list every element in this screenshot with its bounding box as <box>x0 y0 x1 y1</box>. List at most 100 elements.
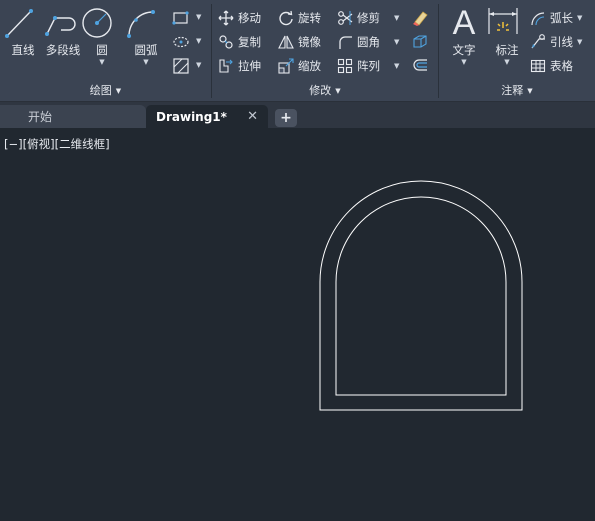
tab-drawing1[interactable]: Drawing1* ✕ <box>146 105 268 128</box>
hatch-dropdown-icon[interactable]: ▼ <box>196 61 201 69</box>
rotate-icon <box>279 10 293 26</box>
line-button[interactable]: 直线 <box>1 6 45 58</box>
mirror-button[interactable]: 镜像 <box>278 32 321 52</box>
arc-label: 圆弧 <box>134 43 158 57</box>
line-label: 直线 <box>11 43 35 57</box>
move-label: 移动 <box>238 11 261 25</box>
text-dropdown-icon[interactable]: ▼ <box>442 58 486 66</box>
line-icon <box>1 6 45 40</box>
fillet-dropdown-icon[interactable]: ▼ <box>394 38 399 46</box>
tab-start[interactable]: 开始 <box>0 105 146 128</box>
offset-button[interactable] <box>411 57 429 75</box>
fillet-label: 圆角 <box>357 35 380 49</box>
modify-panel: 移动 旋转 修剪 ▼ 复制 镜像 圆角 ▼ 拉伸 缩放 阵列 ▼ 修改 ▼ <box>212 0 438 101</box>
leader-label: 引线 <box>550 35 573 49</box>
polyline-label: 多段线 <box>45 43 81 57</box>
new-tab-button[interactable]: + <box>275 109 297 127</box>
scale-button[interactable]: 缩放 <box>278 56 321 76</box>
tab-drawing1-label: Drawing1* <box>156 109 227 124</box>
array-button[interactable]: 阵列 ▼ <box>337 56 399 76</box>
text-icon: A <box>452 4 476 42</box>
arc-length-button[interactable]: 弧长 ▼ <box>530 8 582 28</box>
polyline-button[interactable]: 多段线 <box>41 6 85 58</box>
table-label: 表格 <box>550 59 573 73</box>
trim-label: 修剪 <box>357 11 380 25</box>
text-button[interactable]: A 文字 ▼ <box>442 6 486 66</box>
mirror-icon <box>278 35 294 49</box>
scale-label: 缩放 <box>298 59 321 73</box>
ellipse-dropdown-icon[interactable]: ▼ <box>196 37 201 45</box>
dimension-icon <box>485 6 529 40</box>
draw-panel-title[interactable]: 绘图 ▼ <box>0 82 211 98</box>
polyline-icon <box>41 6 85 40</box>
inner-arch-outline <box>335 196 507 396</box>
circle-dropdown-icon[interactable]: ▼ <box>80 58 124 66</box>
circle-icon <box>80 6 124 40</box>
rectangle-icon <box>172 11 189 25</box>
move-icon <box>218 10 234 26</box>
rectangle-dropdown-icon[interactable]: ▼ <box>196 13 201 21</box>
rotate-button[interactable]: 旋转 <box>278 8 321 28</box>
ellipse-icon <box>173 36 189 48</box>
annotation-panel-title[interactable]: 注释 ▼ <box>439 82 595 98</box>
arc-button[interactable]: 圆弧 ▼ <box>124 6 168 66</box>
copy-label: 复制 <box>238 35 261 49</box>
hatch-button[interactable]: ▼ <box>172 33 201 51</box>
modify-panel-title-text: 修改 <box>309 84 332 97</box>
trim-button[interactable]: 修剪 ▼ <box>337 8 399 28</box>
leader-button[interactable]: 引线 ▼ <box>530 32 582 52</box>
plus-icon: + <box>280 110 292 126</box>
arc-icon <box>124 6 168 40</box>
fillet-icon <box>339 36 352 49</box>
panel-expand-icon: ▼ <box>335 87 341 95</box>
circle-button[interactable]: 圆 ▼ <box>80 6 124 66</box>
region-button[interactable]: ▼ <box>172 57 201 75</box>
dimension-label: 标注 <box>495 43 519 57</box>
text-label: 文字 <box>452 43 476 57</box>
leader-icon <box>531 34 545 49</box>
scale-icon <box>278 58 294 74</box>
circle-label: 圆 <box>96 43 108 57</box>
table-icon <box>530 59 546 73</box>
annotation-panel-title-text: 注释 <box>501 84 524 97</box>
ribbon: 直线 多段线 圆 ▼ 圆弧 ▼ ▼ ▼ ▼ 绘图 ▼ 移动 旋转 修剪 ▼ 复制… <box>0 0 595 102</box>
outer-arch-outline <box>319 180 523 411</box>
copy-icon <box>219 35 233 49</box>
fillet-button[interactable]: 圆角 ▼ <box>337 32 399 52</box>
stretch-button[interactable]: 拉伸 <box>218 56 261 76</box>
drawing-canvas[interactable]: [−][俯视][二维线框] <box>0 128 595 521</box>
erase-button[interactable] <box>411 9 429 27</box>
annotation-panel: A 文字 ▼ 标注 ▼ 弧长 ▼ 引线 ▼ 表格 注释 ▼ <box>439 0 595 101</box>
leader-dropdown-icon[interactable]: ▼ <box>577 38 582 46</box>
modify-panel-title[interactable]: 修改 ▼ <box>212 82 438 98</box>
table-button[interactable]: 表格 <box>530 56 573 76</box>
dimension-button[interactable]: 标注 ▼ <box>485 6 529 66</box>
mirror-label: 镜像 <box>298 35 321 49</box>
document-tabbar: 开始 Drawing1* ✕ + <box>0 102 595 128</box>
offset-icon <box>413 59 427 71</box>
arc-length-dropdown-icon[interactable]: ▼ <box>577 14 582 22</box>
stretch-icon <box>219 59 233 73</box>
copy-button[interactable]: 复制 <box>218 32 261 52</box>
eraser-icon <box>413 11 428 26</box>
trim-icon <box>338 11 353 25</box>
rotate-label: 旋转 <box>298 11 321 25</box>
close-icon[interactable]: ✕ <box>247 109 258 124</box>
arc-dropdown-icon[interactable]: ▼ <box>124 58 168 66</box>
rectangle-button[interactable]: ▼ <box>172 9 201 27</box>
stretch-label: 拉伸 <box>238 59 261 73</box>
move-button[interactable]: 移动 <box>218 8 261 28</box>
dimension-dropdown-icon[interactable]: ▼ <box>485 58 529 66</box>
array-icon <box>337 58 353 74</box>
solid-edit-icon <box>413 35 427 48</box>
panel-expand-icon: ▼ <box>115 87 122 95</box>
arc-length-label: 弧长 <box>550 11 573 25</box>
tab-start-label: 开始 <box>28 110 53 124</box>
trim-dropdown-icon[interactable]: ▼ <box>394 14 399 22</box>
array-dropdown-icon[interactable]: ▼ <box>394 62 399 70</box>
drawing-geometry <box>319 180 523 411</box>
explode-button[interactable] <box>411 33 429 51</box>
draw-panel: 直线 多段线 圆 ▼ 圆弧 ▼ ▼ ▼ ▼ 绘图 ▼ <box>0 0 211 101</box>
draw-panel-title-text: 绘图 <box>89 84 112 97</box>
panel-expand-icon: ▼ <box>527 87 533 95</box>
